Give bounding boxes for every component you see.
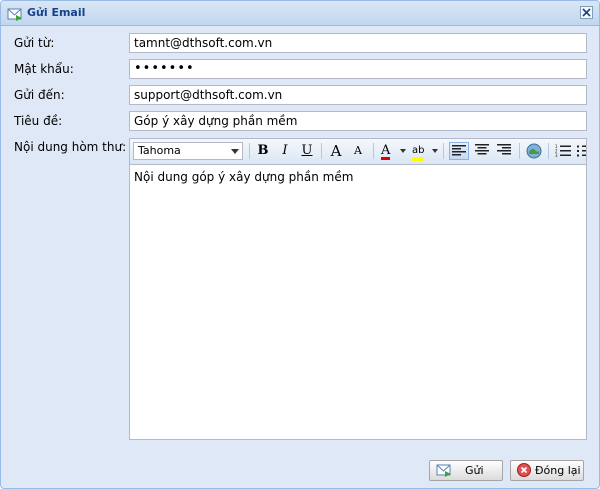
- email-send-icon: [7, 6, 23, 21]
- font-color-button[interactable]: A: [378, 142, 406, 160]
- email-send-icon: [436, 463, 452, 480]
- window-title: Gửi Email: [27, 6, 86, 19]
- subject-field[interactable]: Góp ý xây dựng phần mềm: [129, 111, 587, 131]
- align-right-icon: [497, 144, 511, 155]
- password-field[interactable]: •••••••: [129, 59, 587, 79]
- subject-label: Tiêu đề:: [14, 114, 63, 128]
- toolbar-separator: [443, 143, 444, 159]
- insert-link-button[interactable]: [524, 142, 544, 160]
- send-button-label: Gửi: [465, 464, 484, 477]
- to-field[interactable]: support@dthsoft.com.vn: [129, 85, 587, 105]
- highlight-icon: ab: [412, 145, 425, 161]
- italic-button[interactable]: I: [275, 142, 295, 160]
- email-window: Gửi Email Gửi từ: tamnt@dthsoft.com.vn M…: [0, 0, 600, 489]
- send-button[interactable]: Gửi: [429, 460, 503, 481]
- bold-button[interactable]: B: [253, 142, 273, 160]
- toolbar-separator: [548, 143, 549, 159]
- chevron-down-icon: [231, 149, 239, 154]
- toolbar-separator: [373, 143, 374, 159]
- to-label: Gửi đến:: [14, 88, 65, 102]
- underline-button[interactable]: U: [297, 142, 317, 160]
- font-family-value: Tahoma: [138, 144, 181, 157]
- toolbar-separator: [519, 143, 520, 159]
- toolbar-separator: [249, 143, 250, 159]
- svg-text:3: 3: [555, 153, 558, 157]
- highlight-button[interactable]: ab: [410, 142, 438, 161]
- chevron-down-icon: [400, 149, 406, 153]
- insert-link-icon: [526, 143, 542, 159]
- toolbar-separator: [321, 143, 322, 159]
- align-center-button[interactable]: [472, 142, 492, 160]
- body-label: Nội dung hòm thư:: [14, 140, 127, 154]
- close-button-label: Đóng lại: [535, 464, 581, 477]
- editor-content[interactable]: Nội dung góp ý xây dựng phần mềm: [134, 170, 353, 184]
- close-window-button[interactable]: [580, 6, 593, 19]
- font-color-icon: A: [381, 143, 391, 160]
- unordered-list-button[interactable]: [575, 142, 586, 160]
- html-editor[interactable]: Tahoma B I U A A A ab 1 2 3 Nội dung góp…: [129, 138, 587, 440]
- editor-toolbar: Tahoma B I U A A A ab 1 2 3: [130, 139, 586, 165]
- ordered-list-button[interactable]: 1 2 3: [553, 142, 573, 160]
- align-right-button[interactable]: [494, 142, 514, 160]
- increase-font-button[interactable]: A: [326, 142, 346, 160]
- from-label: Gửi từ:: [14, 36, 55, 50]
- from-field[interactable]: tamnt@dthsoft.com.vn: [129, 33, 587, 53]
- align-left-button[interactable]: [449, 142, 469, 160]
- decrease-font-button[interactable]: A: [348, 142, 368, 160]
- password-label: Mật khẩu:: [14, 62, 74, 76]
- cancel-icon: [517, 463, 531, 480]
- align-left-icon: [452, 145, 466, 156]
- close-button[interactable]: Đóng lại: [510, 460, 584, 481]
- title-bar[interactable]: Gửi Email: [1, 1, 599, 26]
- ordered-list-icon: 1 2 3: [555, 144, 571, 158]
- align-center-icon: [475, 144, 489, 155]
- unordered-list-icon: [577, 145, 586, 157]
- font-family-select[interactable]: Tahoma: [133, 142, 243, 160]
- chevron-down-icon: [432, 149, 438, 153]
- close-icon: [582, 8, 591, 17]
